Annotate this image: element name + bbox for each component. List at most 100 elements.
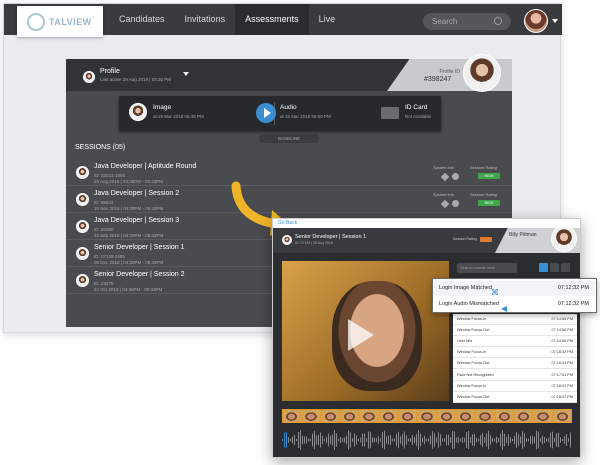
waveform-bar	[330, 436, 331, 444]
video-thumbnail[interactable]	[553, 410, 571, 422]
event-search-input[interactable]: Search events here	[457, 263, 517, 273]
waveform-bar	[284, 432, 285, 448]
video-thumbnail[interactable]	[437, 410, 455, 422]
login-image-row[interactable]: Login Image Matched ⌘ 07:12:32 PM	[433, 281, 595, 297]
waveform-bar	[354, 433, 355, 447]
video-thumbnail-strip[interactable]	[282, 409, 572, 423]
list-view-button[interactable]	[561, 263, 570, 272]
waveform-bar	[440, 434, 441, 446]
waveform-bar	[442, 438, 443, 442]
waveform-bar	[336, 433, 337, 447]
tab-live[interactable]: Live	[309, 4, 346, 35]
waveform-bar	[314, 430, 315, 450]
baseline-image-thumb[interactable]	[129, 103, 147, 121]
waveform-bar	[412, 435, 413, 445]
waveform-bar	[290, 438, 291, 442]
session-avatar	[76, 193, 89, 206]
login-image-label: Login Image Matched	[439, 285, 492, 291]
waveform-bar	[358, 438, 359, 442]
waveform-bar	[282, 439, 283, 441]
waveform-bar	[370, 431, 371, 449]
video-thumbnail[interactable]	[534, 410, 552, 422]
baseline-toggle[interactable]: BASELINE	[259, 134, 319, 143]
waveform-bar	[480, 435, 481, 445]
waveform-bar	[344, 437, 345, 443]
waveform-bar	[404, 431, 405, 449]
os-icon	[440, 199, 450, 209]
event-row[interactable]: Window Focus-In 07:14:55 PM	[453, 314, 577, 326]
audio-play-button[interactable]	[256, 103, 276, 123]
tab-assessments[interactable]: Assessments	[235, 4, 309, 35]
tab-invitations[interactable]: Invitations	[175, 4, 236, 35]
chevron-down-icon[interactable]	[552, 19, 558, 23]
waveform-bar	[292, 436, 293, 444]
waveform-bar	[532, 435, 533, 445]
filter-button[interactable]	[550, 263, 559, 272]
session-date: 29 Aug 2018 | 03:36PM - 05:43PM	[94, 179, 163, 184]
waveform-bar	[360, 437, 361, 443]
waveform-bar	[568, 438, 569, 442]
play-icon[interactable]	[348, 319, 374, 351]
last-active: Last active 29 Aug 2018 | 03:36 PM	[100, 77, 171, 82]
audio-waveform[interactable]	[282, 429, 572, 451]
waveform-bar	[484, 437, 485, 443]
session-avatar	[282, 235, 292, 245]
login-audio-row[interactable]: Login Audio Mismatched ◀ 07:12:32 PM	[433, 297, 595, 313]
session-detail-subtitle: ID: 07129 | 25 Aug 2018	[295, 241, 333, 245]
image-date: at 25 Mar 2018 06:45 PM	[153, 114, 204, 119]
login-audio-label: Login Audio Mismatched	[439, 301, 499, 307]
event-row[interactable]: Window Focus-In 07:16:32 PM	[453, 347, 577, 359]
session-id: ID: 33241-1896	[94, 173, 126, 178]
waveform-bar	[464, 437, 465, 443]
waveform-bar	[410, 438, 411, 442]
event-row[interactable]: Window Focus-Out 07:14:56 PM	[453, 325, 577, 337]
event-time: 07:18:01 PM	[551, 383, 573, 388]
video-thumbnail[interactable]	[418, 410, 436, 422]
video-thumbnail[interactable]	[476, 410, 494, 422]
event-row[interactable]: User Idle 07:14:56 PM	[453, 336, 577, 348]
waveform-bar	[400, 436, 401, 444]
video-thumbnail[interactable]	[283, 410, 301, 422]
video-thumbnail[interactable]	[495, 410, 513, 422]
avatar[interactable]	[524, 9, 548, 33]
id-card-label: ID Card	[405, 104, 428, 111]
waveform-bar	[348, 430, 349, 450]
video-player[interactable]	[282, 261, 449, 401]
grid-view-button[interactable]	[539, 263, 548, 272]
candidate-avatar	[83, 71, 95, 83]
waveform-bar	[538, 431, 539, 449]
event-row[interactable]: Window Focus-Out 07:16:41 PM	[453, 358, 577, 370]
video-thumbnail[interactable]	[321, 410, 339, 422]
event-row[interactable]: Face Not Recognized 07:17:51 PM	[453, 369, 577, 381]
login-check-callout: Login Image Matched ⌘ 07:12:32 PM Login Au…	[432, 278, 597, 313]
video-thumbnail[interactable]	[302, 410, 320, 422]
session-id: ID: 82360	[94, 227, 114, 232]
waveform-bar	[438, 432, 439, 448]
waveform-bar	[472, 434, 473, 446]
video-thumbnail[interactable]	[456, 410, 475, 422]
event-time: 07:14:55 PM	[551, 317, 573, 322]
event-time: 07:16:32 PM	[551, 350, 573, 355]
waveform-bar	[430, 435, 431, 445]
waveform-bar	[376, 438, 377, 442]
waveform-bar	[356, 435, 357, 445]
event-row[interactable]: Window Focus-Out 07:18:07 PM	[453, 392, 577, 403]
video-thumbnail[interactable]	[340, 410, 359, 422]
video-thumbnail[interactable]	[398, 410, 417, 422]
event-row[interactable]: Window Focus-In 07:18:01 PM	[453, 381, 577, 392]
video-thumbnail[interactable]	[379, 410, 397, 422]
session-avatar	[76, 247, 89, 260]
waveform-bar	[476, 437, 477, 443]
brand-logo[interactable]: TALVIEW	[17, 6, 103, 37]
go-back-link[interactable]: Go Back	[273, 219, 580, 228]
event-name: Face Not Recognized	[457, 372, 494, 377]
video-thumbnail[interactable]	[360, 410, 378, 422]
video-thumbnail[interactable]	[514, 410, 533, 422]
image-label: Image	[153, 104, 172, 111]
chevron-down-icon[interactable]	[183, 72, 189, 76]
tab-candidates[interactable]: Candidates	[109, 4, 175, 35]
login-image-time: 07:12:32 PM	[557, 285, 589, 291]
search-input[interactable]: Search	[423, 13, 511, 30]
session-date: 24 Oct 2018 | 04:39PM - 05:43PM	[94, 287, 163, 292]
waveform-bar	[522, 431, 523, 449]
